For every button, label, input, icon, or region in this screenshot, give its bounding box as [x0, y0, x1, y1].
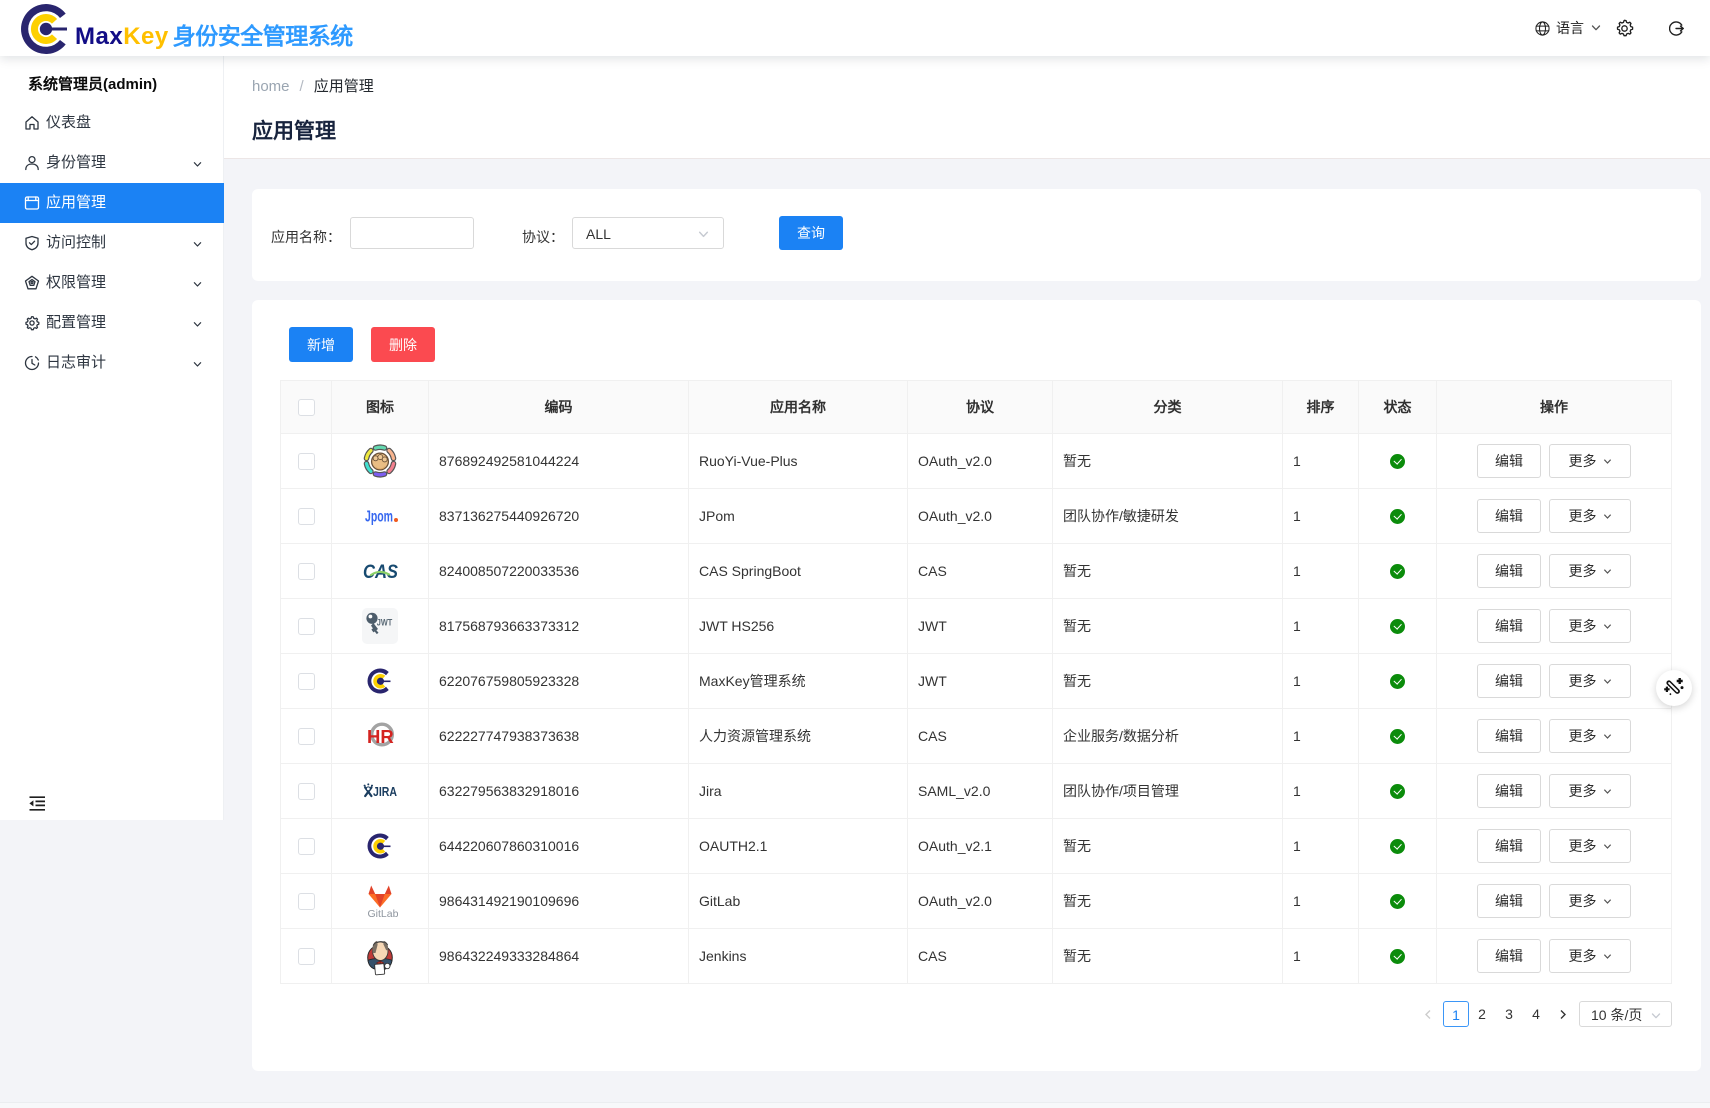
svg-text:Jpom: Jpom	[365, 509, 393, 526]
svg-text:HR: HR	[367, 726, 394, 747]
svg-text:GitLab: GitLab	[368, 908, 399, 920]
svg-text:JIRA: JIRA	[373, 785, 397, 799]
svg-text:JWT: JWT	[377, 617, 393, 628]
